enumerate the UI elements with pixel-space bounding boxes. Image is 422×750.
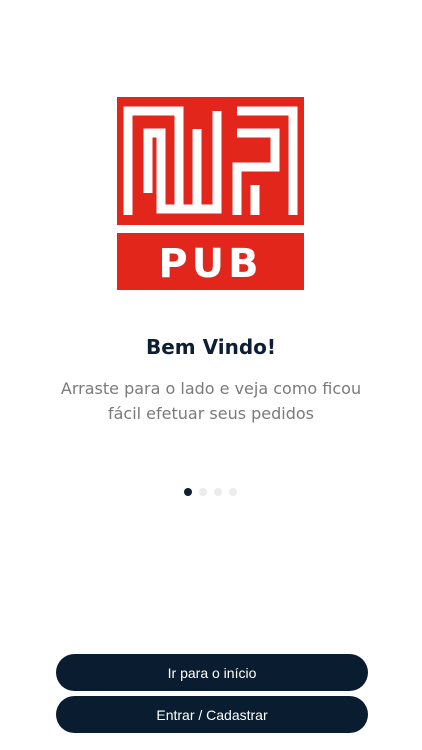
welcome-subtitle-line-1: Arraste para o lado e veja como ficou bbox=[60, 379, 362, 398]
page-indicator bbox=[184, 488, 237, 496]
login-register-button[interactable]: Entrar / Cadastrar bbox=[56, 696, 368, 733]
page-dot-2[interactable] bbox=[199, 488, 207, 496]
page-dot-1[interactable] bbox=[184, 488, 192, 496]
logo-text: PUB bbox=[158, 241, 262, 287]
pub-logo-graphic: PUB bbox=[117, 97, 304, 290]
welcome-subtitle: Arraste para o lado e veja como ficou fá… bbox=[40, 376, 382, 426]
welcome-title: Bem Vindo! bbox=[145, 335, 276, 359]
go-to-start-button[interactable]: Ir para o início bbox=[56, 654, 368, 691]
page-dot-4[interactable] bbox=[229, 488, 237, 496]
welcome-subtitle-line-2: fácil efetuar seus pedidos bbox=[107, 404, 315, 423]
page-dot-3[interactable] bbox=[214, 488, 222, 496]
pub-logo: PUB bbox=[117, 97, 304, 290]
